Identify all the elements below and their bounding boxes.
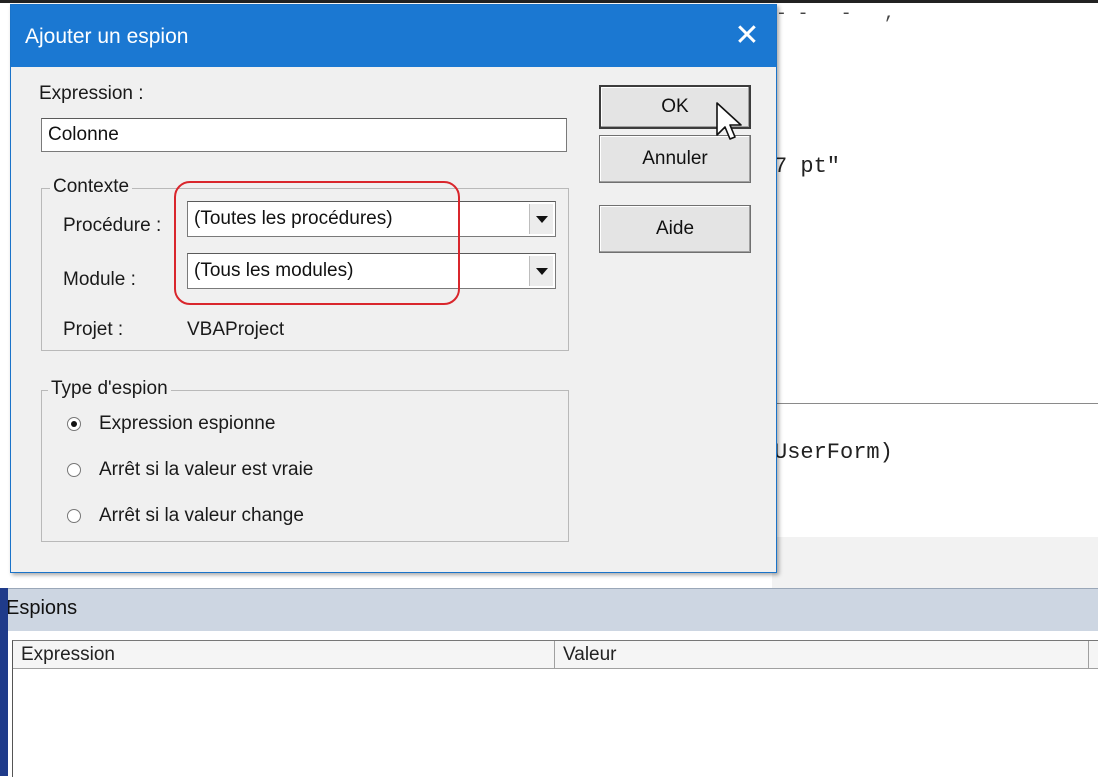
watch-window: Espions Expression Valeur [0, 588, 1098, 777]
window-left-edge [0, 588, 8, 776]
watch-window-title: Espions [6, 597, 78, 619]
dialog-titlebar[interactable]: Ajouter un espion ✕ [11, 5, 776, 67]
highlight-annotation [174, 181, 460, 305]
watch-type-legend: Type d'espion [48, 378, 171, 400]
procedure-dropdown-arrow-icon[interactable] [529, 204, 553, 234]
radio-button[interactable] [67, 509, 81, 523]
column-header-value[interactable]: Valeur [555, 641, 1089, 669]
watch-table[interactable]: Expression Valeur [12, 640, 1098, 777]
expression-label: Expression : [39, 83, 144, 104]
dialog-title: Ajouter un espion [25, 25, 189, 48]
editor-divider [772, 403, 1098, 404]
watch-window-titlebar[interactable]: Espions [0, 588, 1098, 631]
procedure-label: Procédure : [63, 215, 162, 236]
radio-label: Arrêt si la valeur change [99, 505, 304, 526]
help-button[interactable]: Aide [599, 205, 751, 253]
radio-button[interactable] [67, 463, 81, 477]
expression-input-value: Colonne [48, 124, 119, 145]
add-watch-dialog: Ajouter un espion ✕ Expression : Colonne… [10, 4, 777, 573]
module-dropdown-arrow-icon[interactable] [529, 256, 553, 286]
radio-button-selected[interactable] [67, 417, 81, 431]
mouse-cursor-icon [716, 102, 742, 140]
code-fragment-top: - - - , [776, 4, 895, 24]
code-fragment-pt: 7 pt" [774, 154, 841, 179]
module-label: Module : [63, 269, 136, 290]
expression-input[interactable]: Colonne [41, 118, 567, 152]
editor-lower-area [772, 537, 1098, 589]
radio-label: Expression espionne [99, 413, 276, 434]
editor-top-border [0, 0, 1098, 3]
project-value: VBAProject [187, 319, 285, 340]
column-header-expression[interactable]: Expression [13, 641, 555, 669]
project-label: Projet : [63, 319, 124, 340]
column-header-filler [1089, 641, 1098, 669]
code-fragment-userform: UserForm) [774, 440, 893, 465]
radio-label: Arrêt si la valeur est vraie [99, 459, 314, 480]
context-legend: Contexte [50, 176, 133, 198]
close-icon[interactable]: ✕ [718, 5, 776, 67]
